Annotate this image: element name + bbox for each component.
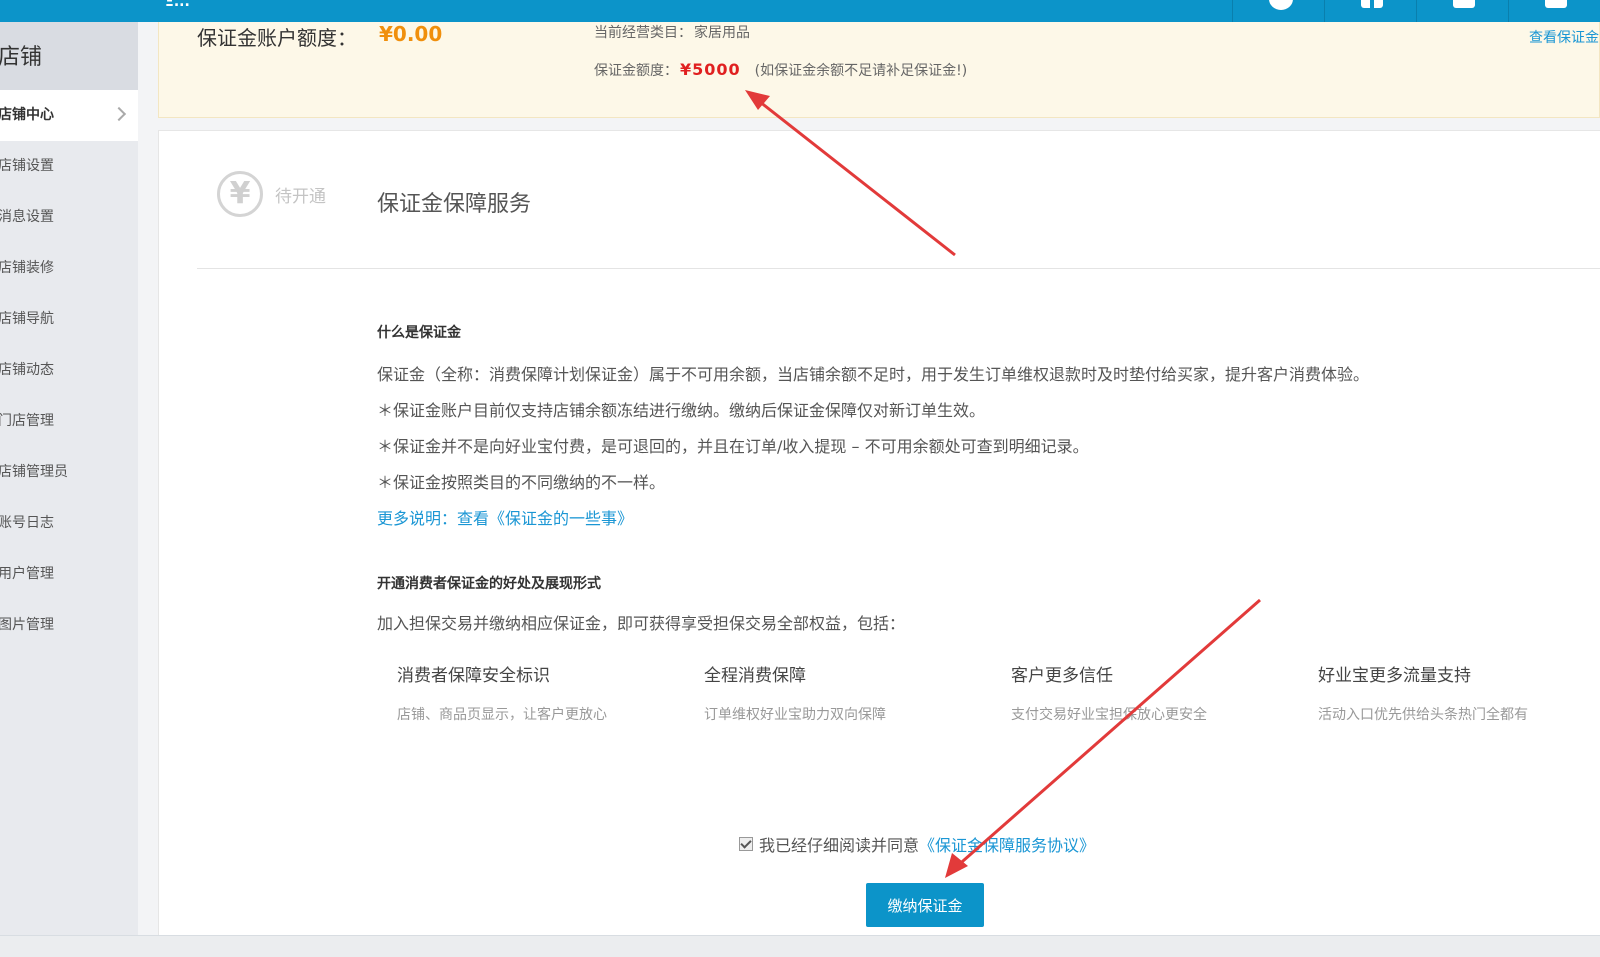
sidebar-item-label: 账号日志	[0, 515, 54, 531]
benefit-title: 消费者保障安全标识	[397, 666, 550, 686]
category-label: 当前经营类目：	[594, 25, 692, 41]
sidebar-item-store-activity[interactable]: 店铺动态	[0, 345, 138, 396]
sidebar-item-store-navigation[interactable]: 店铺导航	[0, 294, 138, 345]
sidebar-item-label: 店铺设置	[0, 158, 54, 174]
yen-icon: ¥	[217, 171, 263, 217]
quota-amount: ¥5000	[680, 60, 741, 79]
benefits-intro: 加入担保交易并缴纳相应保证金，即可获得享受担保交易全部权益，包括：	[377, 614, 906, 633]
what-is-line: ＊保证金并不是向好业宝付费，是可退回的，并且在订单/收入提现 – 不可用余额处可…	[377, 437, 1089, 456]
benefit-title: 客户更多信任	[1011, 666, 1113, 686]
quota-note: (如保证金余额不足请补足保证金!)	[754, 63, 968, 79]
sidebar-item-label: 店铺装修	[0, 260, 54, 276]
more-icon[interactable]	[1508, 0, 1600, 22]
top-toolbar	[1232, 0, 1600, 22]
benefit-title: 好业宝更多流量支持	[1318, 666, 1471, 686]
sidebar-item-branch-management[interactable]: 门店管理	[0, 396, 138, 447]
benefit-desc: 支付交易好业宝担保放心更安全	[1011, 707, 1207, 723]
sidebar-item-label: 店铺导航	[0, 311, 54, 327]
sidebar-item-label: 图片管理	[0, 617, 54, 633]
quota-label: 保证金额度：	[594, 63, 678, 79]
agreement-row: 我已经仔细阅读并同意 《保证金保障服务协议》	[739, 832, 1095, 856]
benefit-desc: 活动入口优先供给头条热门全都有	[1318, 707, 1528, 723]
category-info: 当前经营类目： 家居用品	[594, 22, 750, 42]
deposit-notice-bar: 保证金账户额度： ¥0.00 当前经营类目： 家居用品 保证金额度： ¥5000 (如…	[158, 22, 1600, 118]
sidebar: 店铺 店铺中心 店铺设置 消息设置 店铺装修 店铺导航 店铺动态 门店管理 店铺…	[0, 22, 138, 935]
divider	[197, 268, 1600, 269]
what-is-line: ＊保证金按照类目的不同缴纳的不一样。	[377, 473, 666, 492]
sidebar-item-label: 店铺中心	[0, 107, 54, 123]
sidebar-item-store-admins[interactable]: 店铺管理员	[0, 447, 138, 498]
quota-info: 保证金额度： ¥5000 (如保证金余额不足请补足保证金!)	[594, 60, 967, 80]
deposit-service-panel: ¥ 待开通 保证金保障服务 什么是保证金 保证金（全称：消费保障计划保证金）属于…	[158, 130, 1600, 935]
pay-deposit-button[interactable]: 缴纳保证金	[866, 883, 984, 927]
sidebar-item-account-log[interactable]: 账号日志	[0, 498, 138, 549]
benefits-heading: 开通消费者保证金的好处及展现形式	[377, 576, 601, 592]
agreement-checkbox[interactable]	[739, 837, 753, 851]
brand-text: Ξ...	[165, 0, 190, 10]
sidebar-item-label: 用户管理	[0, 566, 54, 582]
sidebar-title: 店铺	[0, 22, 138, 90]
agreement-text: 我已经仔细阅读并同意	[759, 836, 920, 855]
sidebar-item-store-decoration[interactable]: 店铺装修	[0, 243, 138, 294]
sidebar-item-store-center[interactable]: 店铺中心	[0, 90, 138, 141]
sidebar-item-message-settings[interactable]: 消息设置	[0, 192, 138, 243]
agreement-link[interactable]: 《保证金保障服务协议》	[919, 832, 1095, 856]
top-bar: Ξ...	[0, 0, 1600, 22]
balance-label: 保证金账户额度：	[197, 26, 357, 50]
what-is-line: 保证金（全称：消费保障计划保证金）属于不可用余额，当店铺余额不足时，用于发生订单…	[377, 365, 1370, 384]
what-is-heading: 什么是保证金	[377, 325, 461, 341]
benefit-title: 全程消费保障	[704, 666, 806, 686]
info-icon[interactable]	[1232, 0, 1324, 22]
sidebar-item-user-management[interactable]: 用户管理	[0, 549, 138, 600]
page-title: 保证金保障服务	[377, 192, 532, 217]
mail-icon[interactable]	[1416, 0, 1508, 22]
benefit-item: 全程消费保障 订单维权好业宝助力双向保障	[704, 661, 1004, 724]
grid-icon[interactable]	[1324, 0, 1416, 22]
sidebar-item-label: 消息设置	[0, 209, 54, 225]
more-info-link[interactable]: 更多说明：查看《保证金的一些事》	[377, 505, 633, 529]
sidebar-item-store-settings[interactable]: 店铺设置	[0, 141, 138, 192]
balance-value: ¥0.00	[379, 22, 443, 46]
benefit-item: 客户更多信任 支付交易好业宝担保放心更安全	[1011, 661, 1311, 724]
benefit-desc: 订单维权好业宝助力双向保障	[704, 707, 886, 723]
view-deposit-link[interactable]: 查看保证金	[1529, 27, 1599, 47]
status-text: 待开通	[275, 186, 326, 207]
bottom-strip	[0, 935, 1600, 957]
chevron-right-icon	[111, 106, 127, 122]
service-status: ¥ 待开通	[217, 171, 326, 217]
benefit-desc: 店铺、商品页显示，让客户更放心	[397, 707, 607, 723]
sidebar-item-label: 店铺管理员	[0, 464, 68, 480]
what-is-line: ＊保证金账户目前仅支持店铺余额冻结进行缴纳。缴纳后保证金保障仅对新订单生效。	[377, 401, 986, 420]
sidebar-item-label: 店铺动态	[0, 362, 54, 378]
benefit-item: 消费者保障安全标识 店铺、商品页显示，让客户更放心	[397, 661, 697, 724]
sidebar-item-label: 门店管理	[0, 413, 54, 429]
sidebar-item-image-management[interactable]: 图片管理	[0, 600, 138, 651]
benefit-item: 好业宝更多流量支持 活动入口优先供给头条热门全都有	[1318, 661, 1600, 724]
category-value: 家居用品	[694, 25, 750, 41]
